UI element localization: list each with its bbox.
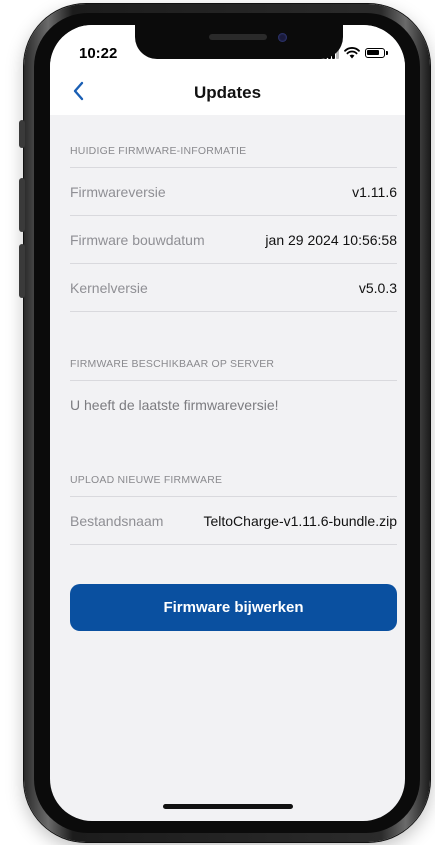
row-firmware-build-date: Firmware bouwdatum jan 29 2024 10:56:58	[70, 216, 397, 264]
row-value: v1.11.6	[352, 183, 397, 200]
row-label: Firmware bouwdatum	[70, 231, 205, 248]
row-value: v5.0.3	[358, 279, 397, 296]
row-label: Bestandsnaam	[70, 512, 164, 529]
update-firmware-button[interactable]: Firmware bijwerken	[70, 584, 397, 631]
mute-switch	[19, 120, 25, 148]
status-time: 10:22	[79, 45, 118, 62]
volume-down-button	[19, 244, 25, 298]
battery-icon	[365, 48, 388, 58]
app-screen: 10:22 Updates HUIDIGE FIRMWARE-INFORMATI…	[50, 25, 405, 821]
settings-content: HUIDIGE FIRMWARE-INFORMATIE Firmwarevers…	[70, 115, 397, 545]
wifi-icon	[344, 47, 360, 59]
page-title: Updates	[193, 83, 262, 102]
notch	[135, 25, 343, 59]
volume-up-button	[19, 178, 25, 232]
section-header-upload-firmware: UPLOAD NIEUWE FIRMWARE	[70, 464, 397, 497]
row-value: TeltoCharge-v1.11.6-bundle.zip	[203, 512, 397, 529]
row-file-name[interactable]: Bestandsnaam TeltoCharge-v1.11.6-bundle.…	[70, 497, 397, 545]
latest-firmware-message: U heeft de laatste firmwareversie!	[70, 396, 279, 413]
row-value: jan 29 2024 10:56:58	[265, 231, 397, 248]
server-firmware-section: FIRMWARE BESCHIKBAAR OP SERVER U heeft d…	[70, 348, 397, 428]
row-kernel-version: Kernelversie v5.0.3	[70, 264, 397, 312]
row-label: Kernelversie	[70, 279, 148, 296]
front-camera	[278, 33, 287, 42]
device-stage: 10:22 Updates HUIDIGE FIRMWARE-INFORMATI…	[0, 0, 435, 845]
current-firmware-section: HUIDIGE FIRMWARE-INFORMATIE Firmwarevers…	[70, 135, 397, 312]
home-indicator	[163, 804, 293, 809]
row-firmware-version: Firmwareversie v1.11.6	[70, 168, 397, 216]
section-header-server-firmware: FIRMWARE BESCHIKBAAR OP SERVER	[70, 348, 397, 381]
section-header-current-firmware: HUIDIGE FIRMWARE-INFORMATIE	[70, 135, 397, 168]
speaker-grille	[209, 34, 267, 40]
row-label: Firmwareversie	[70, 183, 166, 200]
upload-firmware-section: UPLOAD NIEUWE FIRMWARE Bestandsnaam Telt…	[70, 464, 397, 545]
